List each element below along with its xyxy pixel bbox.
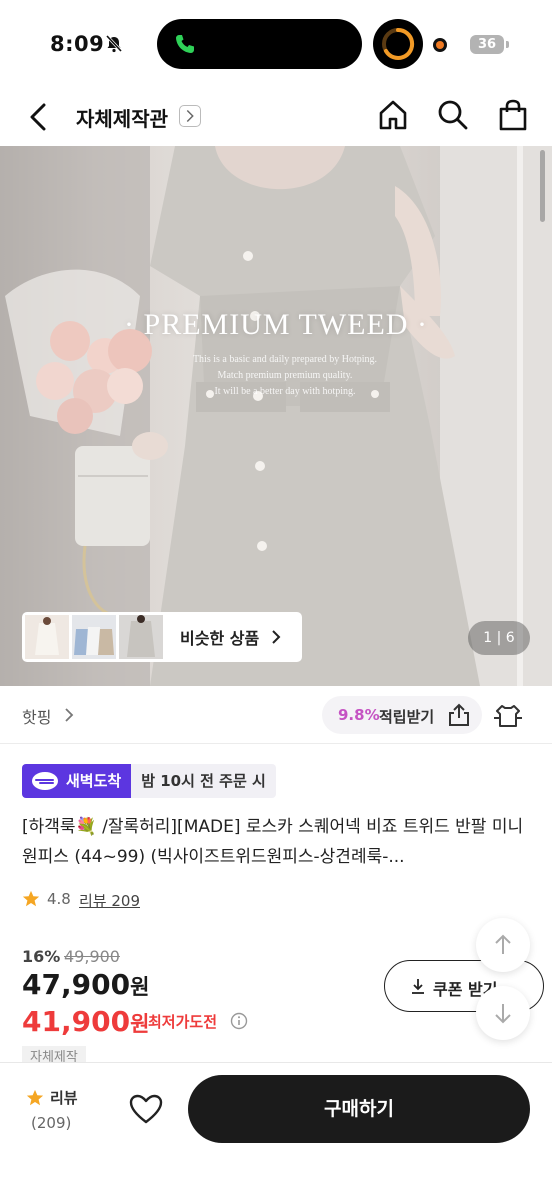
scroll-up-button[interactable] <box>476 918 530 972</box>
dawn-delivery-badge: 새벽도착 밤 10시 전 주문 시 <box>22 764 276 798</box>
arrow-up-icon <box>495 934 511 954</box>
hero-subtitle-line: This is a basic and daily prepared by Ho… <box>192 354 378 365</box>
similar-product-thumbnail[interactable] <box>119 615 163 659</box>
timer-activity[interactable] <box>373 19 423 69</box>
points-label: 적립받기 <box>379 708 435 726</box>
product-photo <box>0 146 552 686</box>
best-price-value: 41,900 <box>22 1005 131 1038</box>
share-icon[interactable] <box>446 702 472 728</box>
star-icon <box>22 890 40 907</box>
sale-price-unit: 원 <box>130 975 150 999</box>
image-page-counter: 1 | 6 <box>468 621 530 655</box>
info-icon[interactable] <box>230 1012 248 1030</box>
best-price-unit: 원 <box>130 1012 150 1036</box>
status-bar: 8:09 36 <box>0 0 552 88</box>
size-compare-icon[interactable] <box>492 702 524 730</box>
review-shortcut[interactable]: 리뷰 (209) <box>20 1087 84 1137</box>
product-title-prefix: [하객룩 <box>22 817 76 837</box>
phone-icon <box>176 35 194 53</box>
brand-points-row: 핫핑 9.8% 적립받기 <box>0 686 552 744</box>
home-icon[interactable] <box>376 98 410 132</box>
chevron-right-icon[interactable] <box>62 706 76 724</box>
scroll-down-button[interactable] <box>476 986 530 1040</box>
back-arrow-icon[interactable] <box>22 98 56 136</box>
product-title: [하객룩💐 /잘록허리][MADE] 로스카 스퀘어넥 비죠 트위드 반팔 미니… <box>22 812 532 872</box>
bell-muted-icon <box>105 34 123 53</box>
points-button[interactable]: 9.8% 적립받기 <box>322 696 482 734</box>
timer-ring-icon <box>382 27 415 60</box>
similar-products-button[interactable]: 비슷한 상품 <box>22 612 302 662</box>
review-label: 리뷰 <box>50 1089 78 1107</box>
hero-subtitle-line: It will be a better day with hotping. <box>214 386 356 397</box>
sale-price: 47,900원 <box>22 968 149 1001</box>
product-image-carousel[interactable]: · PREMIUM TWEED · This is a basic and da… <box>0 146 552 686</box>
chevron-right-icon[interactable] <box>179 105 201 127</box>
product-title-text: /잘록허리][MADE] 로스카 스퀘어넥 비죠 트위드 반팔 미니원피스 (4… <box>22 817 524 867</box>
points-rate: 9.8% <box>338 706 380 724</box>
hero-subtitle-line: Match premium premium quality. <box>217 370 353 381</box>
dawn-delivery-text: 새벽도착 <box>66 772 122 790</box>
bottom-action-bar: 리뷰 (209) 구매하기 <box>0 1062 552 1200</box>
sale-price-value: 47,900 <box>22 968 131 1001</box>
recording-indicator-icon <box>433 38 447 52</box>
delivery-wing-icon <box>32 772 58 790</box>
best-price: 41,900원 <box>22 1005 149 1038</box>
discount-rate: 16% <box>22 947 61 966</box>
shopping-bag-icon[interactable] <box>496 98 530 132</box>
battery-indicator: 36 <box>470 35 509 54</box>
original-price: 49,900 <box>64 947 120 966</box>
best-price-label: 최저가도전 <box>148 1013 218 1031</box>
similar-products-label: 비슷한 상품 <box>180 629 260 648</box>
page-title[interactable]: 자체제작관 <box>76 103 168 132</box>
search-icon[interactable] <box>436 98 470 132</box>
bouquet-icon: 💐 <box>75 817 97 837</box>
brand-link[interactable]: 핫핑 <box>22 704 51 728</box>
buy-button[interactable]: 구매하기 <box>188 1075 530 1143</box>
status-time: 8:09 <box>50 32 105 56</box>
image-scroll-indicator <box>540 150 545 222</box>
dynamic-island[interactable] <box>157 19 362 69</box>
chevron-right-icon <box>272 630 281 644</box>
review-count: (209) <box>31 1114 72 1132</box>
delivery-cutoff-note: 밤 10시 전 주문 시 <box>131 764 276 798</box>
similar-product-thumbnail[interactable] <box>25 615 69 659</box>
star-icon <box>26 1089 44 1106</box>
review-count-link[interactable]: 리뷰 209 <box>79 890 140 911</box>
rating-value: 4.8 <box>47 890 71 908</box>
hero-headline: · PREMIUM TWEED · <box>124 308 428 341</box>
heart-icon[interactable] <box>128 1093 164 1125</box>
similar-product-thumbnail[interactable] <box>72 615 116 659</box>
download-icon <box>412 979 424 994</box>
dawn-delivery-label: 새벽도착 <box>22 764 132 798</box>
arrow-down-icon <box>495 1004 511 1024</box>
top-nav-bar: 자체제작관 <box>0 88 552 146</box>
